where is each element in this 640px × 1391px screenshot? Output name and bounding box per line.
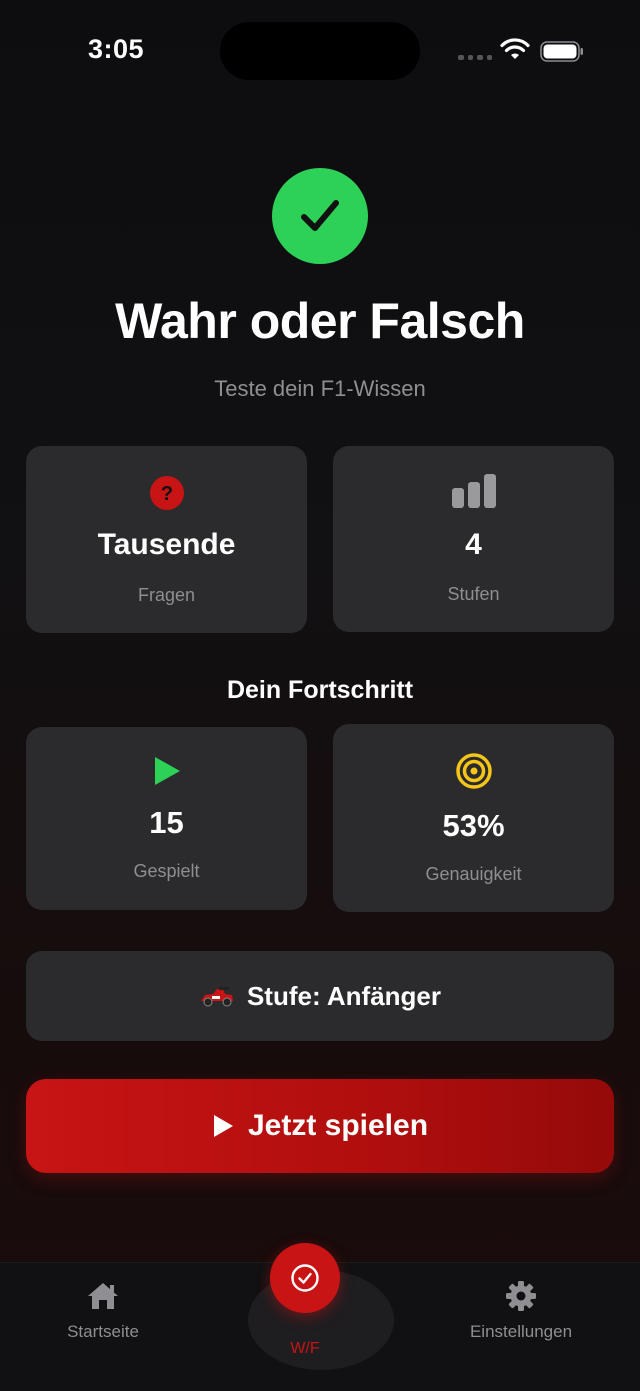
dynamic-island xyxy=(220,22,420,80)
questions-value: Tausende xyxy=(97,528,236,561)
home-icon xyxy=(88,1283,118,1309)
level-label: Stufe: Anfänger xyxy=(246,980,442,1011)
play-icon xyxy=(26,756,307,786)
bar-chart-icon xyxy=(333,474,614,508)
tab-home[interactable]: Startseite xyxy=(44,1281,162,1342)
play-now-button[interactable]: Jetzt spielen xyxy=(26,1079,614,1173)
page-title: Wahr oder Falsch xyxy=(115,293,525,349)
accuracy-value: 53% xyxy=(442,808,505,843)
page-subtitle: Teste dein F1-Wissen xyxy=(214,376,426,401)
question-icon: ? xyxy=(26,475,307,511)
battery-icon xyxy=(540,41,583,62)
play-icon xyxy=(213,1115,233,1137)
svg-text:?: ? xyxy=(160,483,172,505)
levels-value: 4 xyxy=(465,528,482,561)
tab-true-false[interactable] xyxy=(270,1243,340,1313)
progress-title: Dein Fortschritt xyxy=(226,676,414,704)
played-card: 15 Gespielt xyxy=(26,727,307,910)
play-now-label: Jetzt spielen xyxy=(247,1109,429,1142)
tab-settings-label: Einstellungen xyxy=(469,1322,573,1341)
questions-card: ? Tausende Fragen xyxy=(26,446,307,633)
checkmark-circle-icon xyxy=(291,1264,319,1292)
gear-icon xyxy=(506,1281,536,1311)
played-value: 15 xyxy=(149,805,184,840)
questions-label: Fragen xyxy=(137,585,196,605)
wifi-icon xyxy=(500,38,530,59)
level-selector[interactable]: Stufe: Anfänger xyxy=(26,951,614,1041)
played-label: Gespielt xyxy=(133,861,200,881)
levels-label: Stufen xyxy=(447,584,500,604)
status-time: 3:05 xyxy=(88,34,145,64)
accuracy-card: 53% Genauigkeit xyxy=(333,724,614,912)
cellular-signal-icon xyxy=(458,55,492,61)
levels-card: 4 Stufen xyxy=(333,446,614,632)
tab-true-false-label: W/F xyxy=(290,1340,320,1357)
target-icon xyxy=(333,752,614,790)
race-car-icon xyxy=(200,987,233,1007)
accuracy-label: Genauigkeit xyxy=(425,864,522,884)
tab-home-label: Startseite xyxy=(67,1322,139,1341)
tab-settings[interactable]: Einstellungen xyxy=(456,1281,586,1342)
checkmark-icon xyxy=(272,168,368,264)
status-bar: 3:05 xyxy=(0,0,640,100)
